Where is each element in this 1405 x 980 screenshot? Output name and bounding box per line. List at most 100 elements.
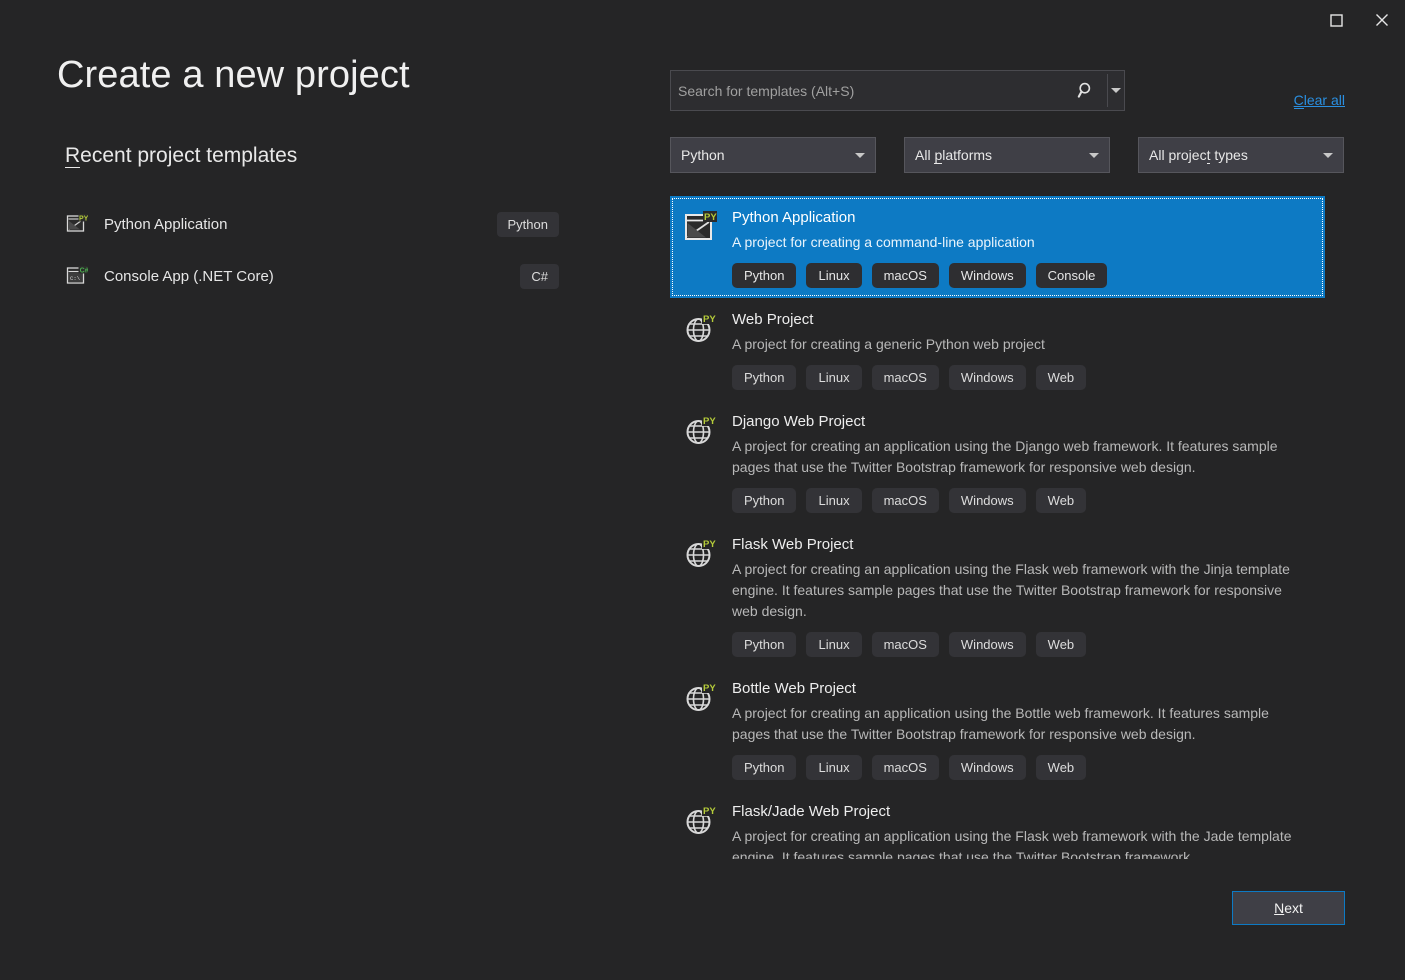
template-body: Python Application A project for creatin… [732,208,1315,288]
template-tag: Web [1036,488,1087,513]
platform-filter-value: All platforms [915,147,1089,163]
template-tags: Python Linux macOS Windows Web [732,632,1315,657]
template-tags: Python Linux macOS Windows Console [732,263,1315,288]
template-list[interactable]: PY Python Application A project for crea… [670,196,1325,859]
template-tag: Python [732,488,796,513]
template-item-python-application[interactable]: PY Python Application A project for crea… [670,196,1325,298]
search-input[interactable] [671,71,1065,110]
svg-text:PY: PY [79,215,88,222]
search-button[interactable] [1065,71,1107,110]
template-tag: Linux [806,488,861,513]
python-web-globe-icon: PY [684,537,718,571]
filter-row: Python All platforms All project types [670,137,1344,173]
python-web-globe-icon: PY [684,312,718,346]
template-tag: Windows [949,263,1026,288]
python-web-globe-icon: PY [684,681,718,715]
recent-item-python-application[interactable]: PY Python Application Python [60,204,565,244]
search-bar [670,70,1125,111]
template-body: Flask/Jade Web Project A project for cre… [732,802,1315,859]
right-pane: Clear all Python All platforms All proje… [660,0,1405,980]
search-icon [1077,81,1096,100]
template-description: A project for creating an application us… [732,826,1294,859]
recent-item-label: Console App (.NET Core) [104,268,520,285]
template-item-web-project[interactable]: PY Web Project A project for creating a … [670,298,1325,400]
template-tags: Python Linux macOS Windows Web [732,365,1315,390]
recent-item-language: Python [497,212,559,237]
template-description: A project for creating an application us… [732,703,1294,745]
platform-filter[interactable]: All platforms [904,137,1110,173]
template-tag: Web [1036,755,1087,780]
recent-templates-heading: Recent project templates [65,144,297,168]
clear-all-accel: C [1294,92,1304,109]
language-filter-value: Python [681,147,855,163]
svg-text:PY: PY [704,212,717,223]
next-accel: N [1274,900,1284,916]
template-name: Django Web Project [732,412,1315,432]
template-tag: Web [1036,632,1087,657]
python-web-globe-icon: PY [684,804,718,838]
svg-text:C#: C# [80,267,88,274]
chevron-down-icon [1111,88,1121,93]
template-item-bottle-web-project[interactable]: PY Bottle Web Project A project for crea… [670,667,1325,790]
template-tag: Linux [806,632,861,657]
template-name: Bottle Web Project [732,679,1315,699]
template-tag: Python [732,632,796,657]
template-tag: Web [1036,365,1087,390]
python-web-globe-icon: PY [684,414,718,448]
clear-all-text: lear all [1304,92,1345,108]
template-description: A project for creating a command-line ap… [732,232,1294,253]
template-tag: macOS [872,755,939,780]
template-description: A project for creating an application us… [732,436,1294,478]
next-label: ext [1284,900,1303,916]
template-tags: Python Linux macOS Windows Web [732,755,1315,780]
svg-text:C:\: C:\ [70,275,81,282]
project-type-filter[interactable]: All project types [1138,137,1344,173]
template-tag: Windows [949,755,1026,780]
template-tag: macOS [872,365,939,390]
template-name: Web Project [732,310,1315,330]
template-body: Web Project A project for creating a gen… [732,310,1315,390]
svg-text:PY: PY [703,314,716,325]
template-tag: macOS [872,263,939,288]
template-item-flask-web-project[interactable]: PY Flask Web Project A project for creat… [670,523,1325,667]
left-pane: Create a new project Recent project temp… [0,0,660,980]
template-description: A project for creating a generic Python … [732,334,1294,355]
template-tag: Python [732,263,796,288]
template-description: A project for creating an application us… [732,559,1294,622]
template-tag: Linux [806,365,861,390]
create-new-project-dialog: Create a new project Recent project temp… [0,0,1405,980]
svg-text:PY: PY [703,416,716,427]
python-app-icon: PY [684,210,718,244]
search-options-button[interactable] [1108,71,1124,110]
template-tag: Console [1036,263,1108,288]
svg-text:PY: PY [703,539,716,550]
template-body: Flask Web Project A project for creating… [732,535,1315,657]
next-button[interactable]: Next [1232,891,1345,925]
page-title: Create a new project [57,54,410,97]
language-filter[interactable]: Python [670,137,876,173]
template-tag: Linux [806,263,861,288]
chevron-down-icon [855,153,865,158]
recent-item-label: Python Application [104,216,497,233]
template-tag: Linux [806,755,861,780]
clear-all-link[interactable]: Clear all [1294,92,1345,108]
template-item-flask-jade-web-project[interactable]: PY Flask/Jade Web Project A project for … [670,790,1325,859]
template-tag: macOS [872,632,939,657]
python-app-icon: PY [66,213,88,235]
template-tag: Windows [949,632,1026,657]
recent-item-language: C# [520,264,559,289]
template-item-django-web-project[interactable]: PY Django Web Project A project for crea… [670,400,1325,523]
template-tag: Python [732,755,796,780]
template-tag: Windows [949,488,1026,513]
chevron-down-icon [1323,153,1333,158]
template-name: Flask/Jade Web Project [732,802,1315,822]
template-body: Bottle Web Project A project for creatin… [732,679,1315,780]
svg-text:PY: PY [703,683,716,694]
template-name: Flask Web Project [732,535,1315,555]
template-tag: Windows [949,365,1026,390]
console-app-icon: C:\ C# [66,265,88,287]
recent-item-console-app[interactable]: C:\ C# Console App (.NET Core) C# [60,256,565,296]
template-tag: Python [732,365,796,390]
chevron-down-icon [1089,153,1099,158]
template-tag: macOS [872,488,939,513]
